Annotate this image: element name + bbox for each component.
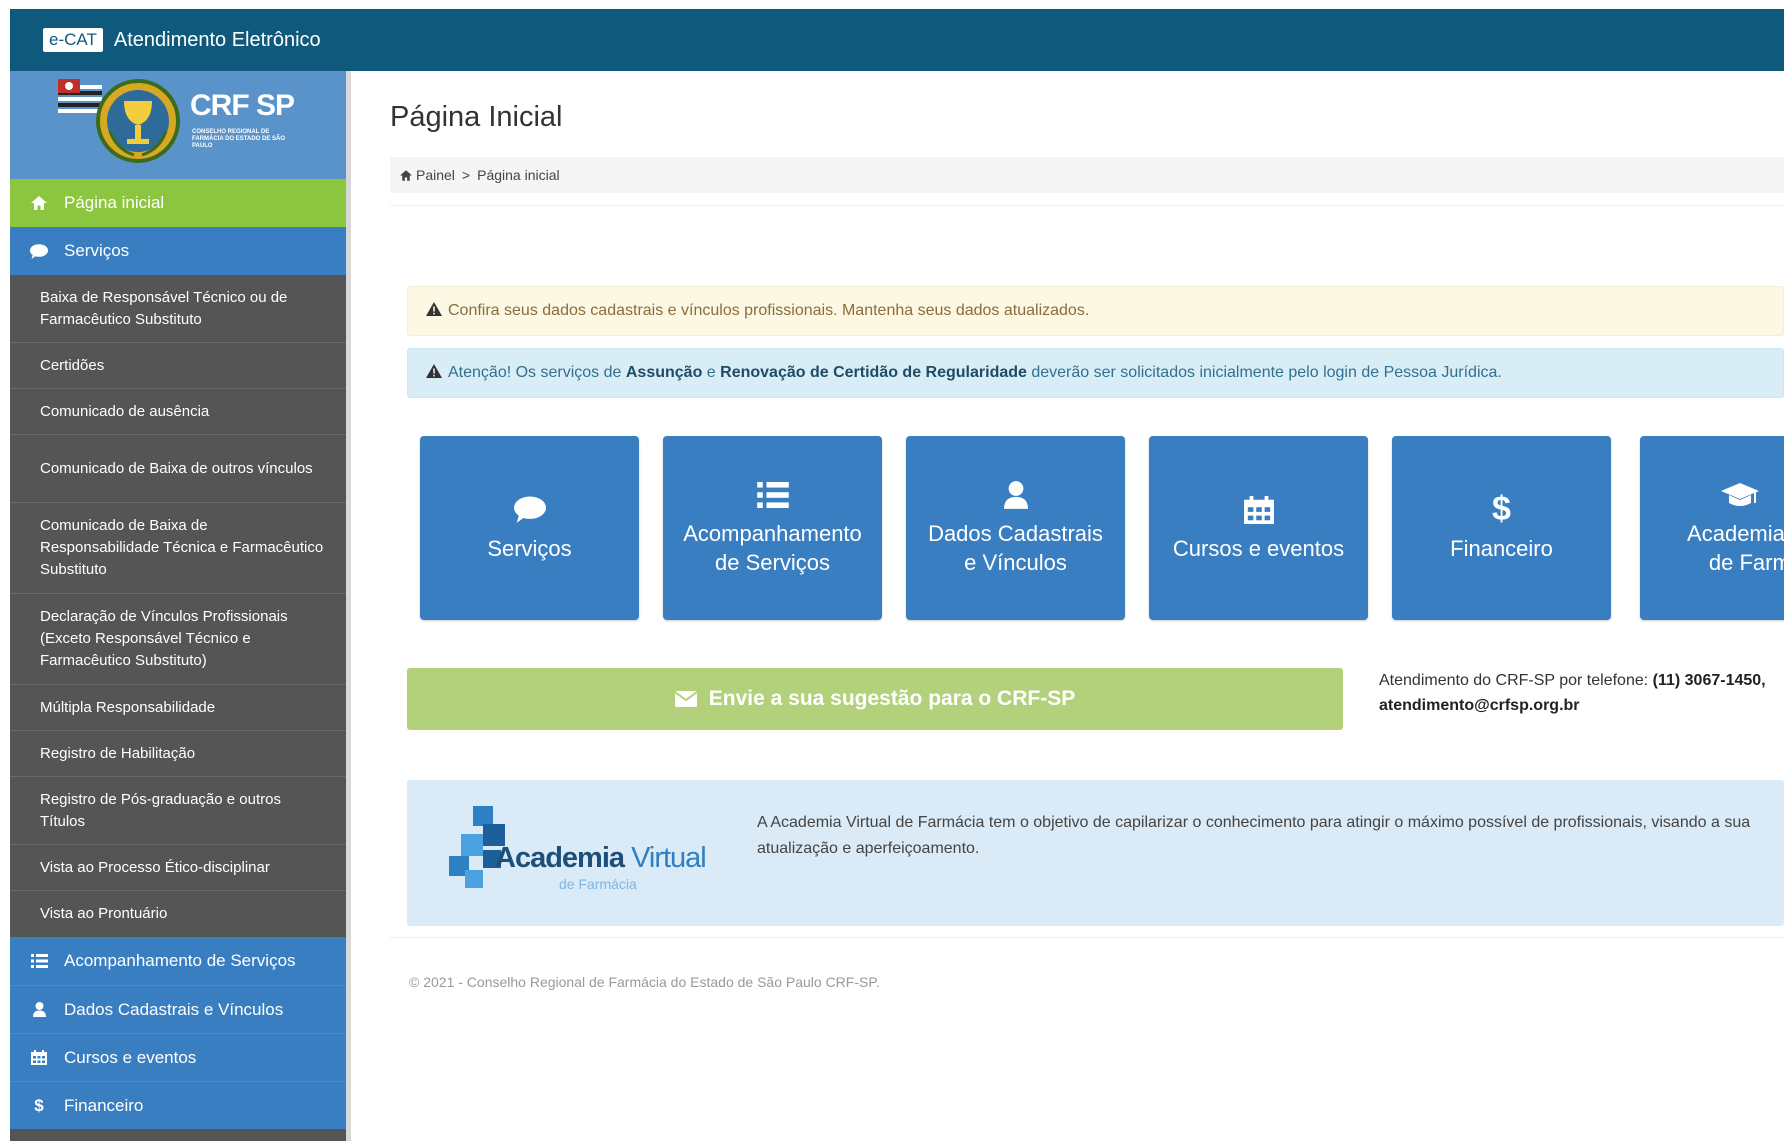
app-frame: e-CAT Atendimento Eletrônico CRF SP CONS…: [10, 9, 1784, 1141]
submenu-item[interactable]: Declaração de Vínculos Profissionais (Ex…: [10, 594, 346, 685]
sidebar-item-label: Financeiro: [64, 1095, 144, 1115]
home-icon: [28, 196, 50, 210]
submenu-item[interactable]: Múltipla Responsabilidade: [10, 685, 346, 731]
breadcrumb: Painel > Página inicial: [390, 157, 1784, 193]
sidebar-item-tracking[interactable]: Acompanhamento de Serviços: [10, 937, 346, 985]
crf-sp-logo-icon: [58, 79, 180, 163]
chat-icon: [28, 243, 50, 259]
sidebar-item-home[interactable]: Página inicial: [10, 179, 346, 227]
tile-label: Acompanhamento de Serviços: [683, 521, 862, 575]
alert-info-suffix: deverão ser solicitados inicialmente pel…: [1031, 364, 1502, 381]
app-badge: e-CAT: [43, 28, 103, 52]
sidebar-item-registration[interactable]: Dados Cadastrais e Vínculos: [10, 985, 346, 1033]
submenu-item[interactable]: Registro de Habilitação: [10, 731, 346, 777]
tile-label: Dados Cadastrais e Vínculos: [928, 521, 1103, 575]
list-icon: [756, 479, 789, 511]
chat-icon: [513, 494, 546, 526]
contact-phone-number: (11) 3067-1450,: [1652, 672, 1766, 689]
sidebar-item-label: Página inicial: [64, 193, 165, 212]
sidebar-item-label: Cursos e eventos: [64, 1047, 197, 1067]
shortcut-tiles: Serviços Acompanhamento de Serviços Dado…: [420, 436, 1784, 620]
contact-info: Atendimento do CRF-SP por telefone: (11)…: [1379, 668, 1766, 718]
submenu-item[interactable]: Certidões: [10, 343, 346, 389]
calendar-icon: [1243, 494, 1274, 526]
submenu-item[interactable]: Baixa de Responsável Técnico ou de Farma…: [10, 275, 346, 343]
top-bar: e-CAT Atendimento Eletrônico: [10, 9, 1784, 71]
home-icon: [400, 169, 412, 181]
brand-name: CRF SP: [190, 89, 295, 122]
academy-logo-word-1: Academia: [495, 842, 625, 874]
tile-services[interactable]: Serviços: [420, 436, 639, 620]
alert-info: Atenção! Os serviços de Assunção e Renov…: [407, 348, 1784, 398]
footer-copyright: © 2021 - Conselho Regional de Farmácia d…: [409, 974, 880, 990]
dollar-icon: $: [34, 1095, 44, 1115]
contact-email[interactable]: atendimento@crfsp.org.br: [1379, 697, 1580, 714]
flag-icon: [58, 79, 102, 113]
academy-logo-word-2: Virtual: [631, 842, 707, 874]
list-icon: [28, 954, 50, 968]
submenu-item[interactable]: Comunicado de ausência: [10, 389, 346, 435]
academy-panel: Academia Virtual de Farmácia A Academia …: [407, 780, 1784, 926]
tile-academy[interactable]: Academia Virtual de Farmácia: [1640, 436, 1784, 620]
brand-logo[interactable]: CRF SP CONSELHO REGIONAL DE FARMÁCIA DO …: [10, 71, 346, 179]
services-submenu: Baixa de Responsável Técnico ou de Farma…: [10, 275, 346, 937]
user-icon: [1003, 479, 1028, 511]
app-title: Atendimento Eletrônico: [113, 28, 321, 51]
alert-info-mid: e: [706, 364, 716, 381]
sidebar-item-courses[interactable]: Cursos e eventos: [10, 1033, 346, 1081]
submenu-item[interactable]: Comunicado de Baixa de outros vínculos: [10, 435, 346, 503]
suggestion-button-label: Envie a sua sugestão para o CRF-SP: [708, 687, 1076, 710]
warning-icon: [426, 364, 442, 382]
academy-description: A Academia Virtual de Farmácia tem o obj…: [757, 814, 1751, 857]
submenu-item[interactable]: Vista ao Processo Ético-disciplinar: [10, 845, 346, 891]
tile-label: Academia Virtual de Farmácia: [1687, 521, 1784, 575]
footer: © 2021 - Conselho Regional de Farmácia d…: [390, 937, 1784, 990]
contact-phone-text: Atendimento do CRF-SP por telefone:: [1379, 672, 1649, 689]
tile-label: Financeiro: [1450, 535, 1553, 561]
sidebar-item-label: Dados Cadastrais e Vínculos: [64, 999, 284, 1019]
submenu-item[interactable]: Vista ao Prontuário: [10, 891, 346, 937]
alert-warning: Confira seus dados cadastrais e vínculos…: [407, 286, 1784, 336]
breadcrumb-current: Página inicial: [477, 167, 560, 183]
user-icon: [28, 1002, 50, 1017]
header-divider: [390, 205, 1784, 206]
sidebar-item-label: Acompanhamento de Serviços: [64, 951, 296, 970]
calendar-icon: [28, 1050, 50, 1065]
dollar-icon: $: [1492, 490, 1511, 528]
academy-logo-sub: de Farmácia: [559, 876, 637, 892]
tile-label: Cursos e eventos: [1172, 535, 1345, 561]
page-title: Página Inicial: [390, 101, 563, 133]
tile-label: Serviços: [487, 535, 572, 561]
suggestion-button[interactable]: Envie a sua sugestão para o CRF-SP: [407, 668, 1343, 730]
sidebar: CRF SP CONSELHO REGIONAL DE FARMÁCIA DO …: [10, 71, 351, 1141]
tile-financial[interactable]: $ Financeiro: [1392, 436, 1611, 620]
submenu-item[interactable]: Comunicado de Baixa de Responsabilidade …: [10, 503, 346, 594]
alert-warning-text: Confira seus dados cadastrais e vínculos…: [448, 302, 1090, 319]
main-content: Página Inicial Painel > Página inicial C…: [351, 71, 1784, 1141]
alert-info-bold-2: Renovação de Certidão de Regularidade: [720, 364, 1027, 381]
breadcrumb-separator: >: [461, 167, 471, 183]
warning-icon: [426, 302, 442, 320]
tile-registration[interactable]: Dados Cadastrais e Vínculos: [906, 436, 1125, 620]
envelope-icon: [674, 691, 697, 707]
alert-info-bold-1: Assunção: [625, 364, 703, 381]
sidebar-item-financial[interactable]: $ Financeiro: [10, 1081, 346, 1129]
breadcrumb-root-link[interactable]: Painel: [416, 167, 455, 183]
submenu-item[interactable]: Registro de Pós-graduação e outros Títul…: [10, 777, 346, 845]
tile-courses[interactable]: Cursos e eventos: [1149, 436, 1368, 620]
graduation-cap-icon: [1680, 479, 1784, 511]
sidebar-item-label: Serviços: [64, 241, 130, 260]
brand-subtitle: CONSELHO REGIONAL DE FARMÁCIA DO ESTADO …: [192, 129, 286, 149]
sidebar-item-services[interactable]: Serviços: [10, 227, 346, 275]
academy-logo[interactable]: Academia Virtual de Farmácia: [447, 804, 717, 904]
alert-info-prefix: Atenção! Os serviços de: [448, 364, 622, 381]
tile-tracking[interactable]: Acompanhamento de Serviços: [663, 436, 882, 620]
